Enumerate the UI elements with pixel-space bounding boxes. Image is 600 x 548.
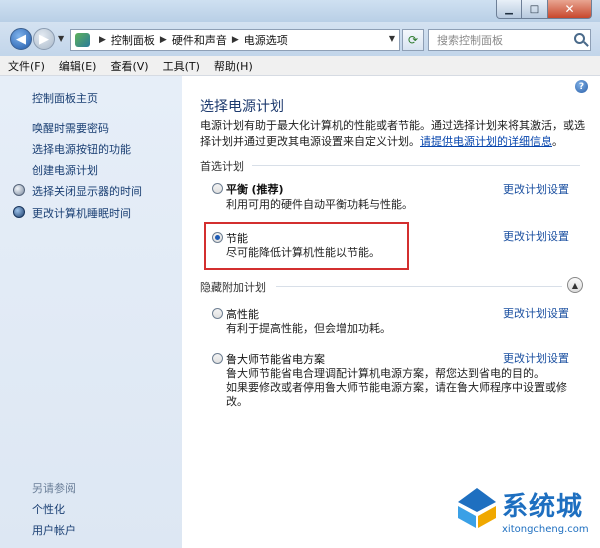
display-moon-icon [13, 184, 25, 196]
plan-name-power-saver[interactable]: 节能 [226, 230, 248, 246]
sidebar-item-power-button[interactable]: 选择电源按钮的功能 [32, 141, 131, 157]
change-plan-settings-power-saver[interactable]: 更改计划设置 [503, 228, 569, 244]
maximize-button[interactable]: □ [522, 0, 548, 19]
menu-bar: 文件(F) 编辑(E) 查看(V) 工具(T) 帮助(H) [0, 56, 600, 76]
sidebar-item-wake-password[interactable]: 唤醒时需要密码 [32, 120, 109, 136]
sidebar: 控制面板主页 唤醒时需要密码 选择电源按钮的功能 创建电源计划 选择关闭显示器的… [0, 76, 182, 548]
hidden-plans-heading: 隐藏附加计划 [200, 281, 266, 294]
sidebar-item-sleep[interactable]: 更改计算机睡眠时间 [32, 205, 131, 221]
page-description: 电源计划有助于最大化计算机的性能或者节能。通过选择计划来将其激活，或选择计划并通… [200, 118, 585, 150]
page-title: 选择电源计划 [200, 99, 284, 115]
sidebar-item-control-panel-home[interactable]: 控制面板主页 [32, 90, 98, 106]
plan-desc-power-saver: 尽可能降低计算机性能以节能。 [226, 246, 380, 259]
search-placeholder: 搜索控制面板 [437, 34, 503, 47]
radio-balanced[interactable] [212, 183, 223, 194]
watermark-url: xitongcheng.com [502, 524, 589, 535]
chevron-right-icon[interactable]: ▶ [99, 35, 106, 45]
back-button[interactable]: ◀ [10, 28, 32, 50]
change-plan-settings-balanced[interactable]: 更改计划设置 [503, 181, 569, 197]
change-plan-settings-ludashi[interactable]: 更改计划设置 [503, 350, 569, 366]
description-period: 。 [552, 135, 563, 148]
menu-file[interactable]: 文件(F) [8, 58, 45, 74]
see-also-heading: 另请参阅 [32, 482, 76, 495]
minimize-button[interactable]: ▁ [496, 0, 522, 19]
plan-desc-high-performance: 有利于提高性能，但会增加功耗。 [226, 322, 391, 335]
plan-name-ludashi[interactable]: 鲁大师节能省电方案 [226, 351, 325, 367]
sidebar-item-display-off[interactable]: 选择关闭显示器的时间 [32, 183, 142, 199]
refresh-button[interactable]: ⟳ [402, 29, 424, 51]
recent-pages-dropdown-icon[interactable]: ▼ [58, 34, 64, 43]
menu-tools[interactable]: 工具(T) [163, 58, 200, 74]
section-divider [276, 286, 562, 287]
search-input[interactable]: 搜索控制面板 [428, 29, 591, 51]
plan-desc-ludashi-line2: 如果要修改或者停用鲁大师节能电源方案，请在鲁大师程序中设置或修 [226, 381, 567, 394]
plan-name-high-performance[interactable]: 高性能 [226, 306, 259, 322]
recommended-label: (推荐) [251, 183, 284, 196]
chevron-right-icon[interactable]: ▶ [232, 35, 239, 45]
title-bar: ▁ □ ✕ [0, 0, 600, 22]
window-controls: ▁ □ ✕ [496, 0, 592, 19]
breadcrumb-hardware-sound[interactable]: 硬件和声音 [172, 32, 227, 48]
search-icon[interactable] [574, 33, 585, 44]
plan-name-balanced-text: 平衡 [226, 183, 248, 196]
breadcrumb-control-panel[interactable]: 控制面板 [111, 32, 155, 48]
chevron-right-icon[interactable]: ▶ [160, 35, 167, 45]
sleep-moon-icon [13, 206, 25, 218]
menu-help[interactable]: 帮助(H) [214, 58, 253, 74]
plan-desc-ludashi-line3: 改。 [226, 395, 248, 408]
change-plan-settings-high-performance[interactable]: 更改计划设置 [503, 305, 569, 321]
watermark-logo-icon [458, 488, 496, 528]
plan-desc-balanced: 利用可用的硬件自动平衡功耗与性能。 [226, 198, 413, 211]
watermark: 系统城 xitongcheng.com [452, 478, 598, 546]
help-icon[interactable]: ? [575, 80, 588, 93]
section-divider [252, 165, 580, 166]
plan-name-balanced[interactable]: 平衡 (推荐) [226, 181, 284, 197]
breadcrumb-power-options[interactable]: 电源选项 [244, 32, 288, 48]
address-bar-area: ◀ ▶ ▼ ▶ 控制面板 ▶ 硬件和声音 ▶ 电源选项 ▼ ⟳ 搜索控制面板 [0, 22, 600, 56]
sidebar-item-create-plan[interactable]: 创建电源计划 [32, 162, 98, 178]
plan-details-link[interactable]: 请提供电源计划的详细信息 [420, 135, 552, 148]
collapse-chevron-up-icon[interactable]: ▲ [567, 277, 583, 293]
control-panel-icon [75, 33, 90, 47]
radio-power-saver[interactable] [212, 232, 223, 243]
sidebar-item-user-accounts[interactable]: 用户帐户 [32, 522, 76, 538]
menu-edit[interactable]: 编辑(E) [59, 58, 97, 74]
chevron-down-icon[interactable]: ▼ [389, 34, 395, 43]
radio-high-performance[interactable] [212, 308, 223, 319]
menu-view[interactable]: 查看(V) [110, 58, 148, 74]
sidebar-item-personalization[interactable]: 个性化 [32, 501, 65, 517]
address-field[interactable]: ▶ 控制面板 ▶ 硬件和声音 ▶ 电源选项 ▼ [70, 29, 400, 51]
watermark-title: 系统城 [502, 492, 584, 522]
radio-ludashi-plan[interactable] [212, 353, 223, 364]
preferred-plans-heading: 首选计划 [200, 160, 244, 173]
close-button[interactable]: ✕ [548, 0, 592, 19]
forward-button[interactable]: ▶ [33, 28, 55, 50]
